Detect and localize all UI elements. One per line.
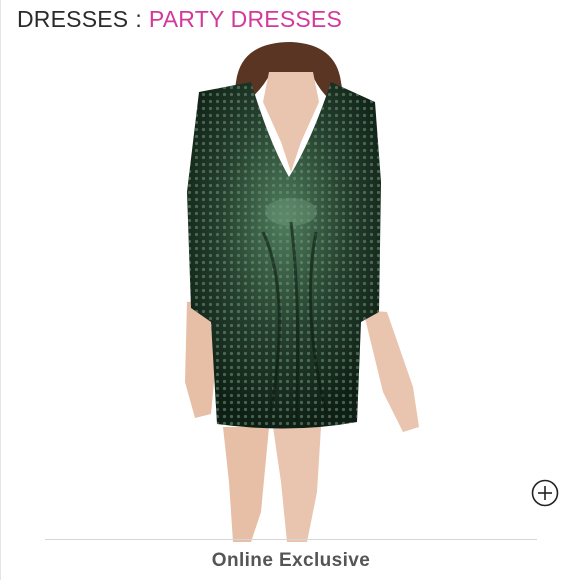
dress-knot-highlight <box>265 198 317 226</box>
breadcrumb-category-link[interactable]: DRESSES <box>17 6 128 32</box>
breadcrumb-separator: : <box>135 6 142 32</box>
product-page: DRESSES: PARTY DRESSES Online Exclusive <box>0 0 580 580</box>
zoom-plus-icon[interactable] <box>531 479 559 507</box>
product-image[interactable] <box>151 42 441 542</box>
breadcrumb-subcategory-link[interactable]: PARTY DRESSES <box>149 6 342 32</box>
right-leg <box>273 427 321 542</box>
left-leg <box>223 427 269 542</box>
breadcrumb: DRESSES: PARTY DRESSES <box>17 6 342 33</box>
footer-divider <box>45 539 537 540</box>
right-arm-skin <box>363 310 419 432</box>
online-exclusive-label: Online Exclusive <box>211 550 371 571</box>
